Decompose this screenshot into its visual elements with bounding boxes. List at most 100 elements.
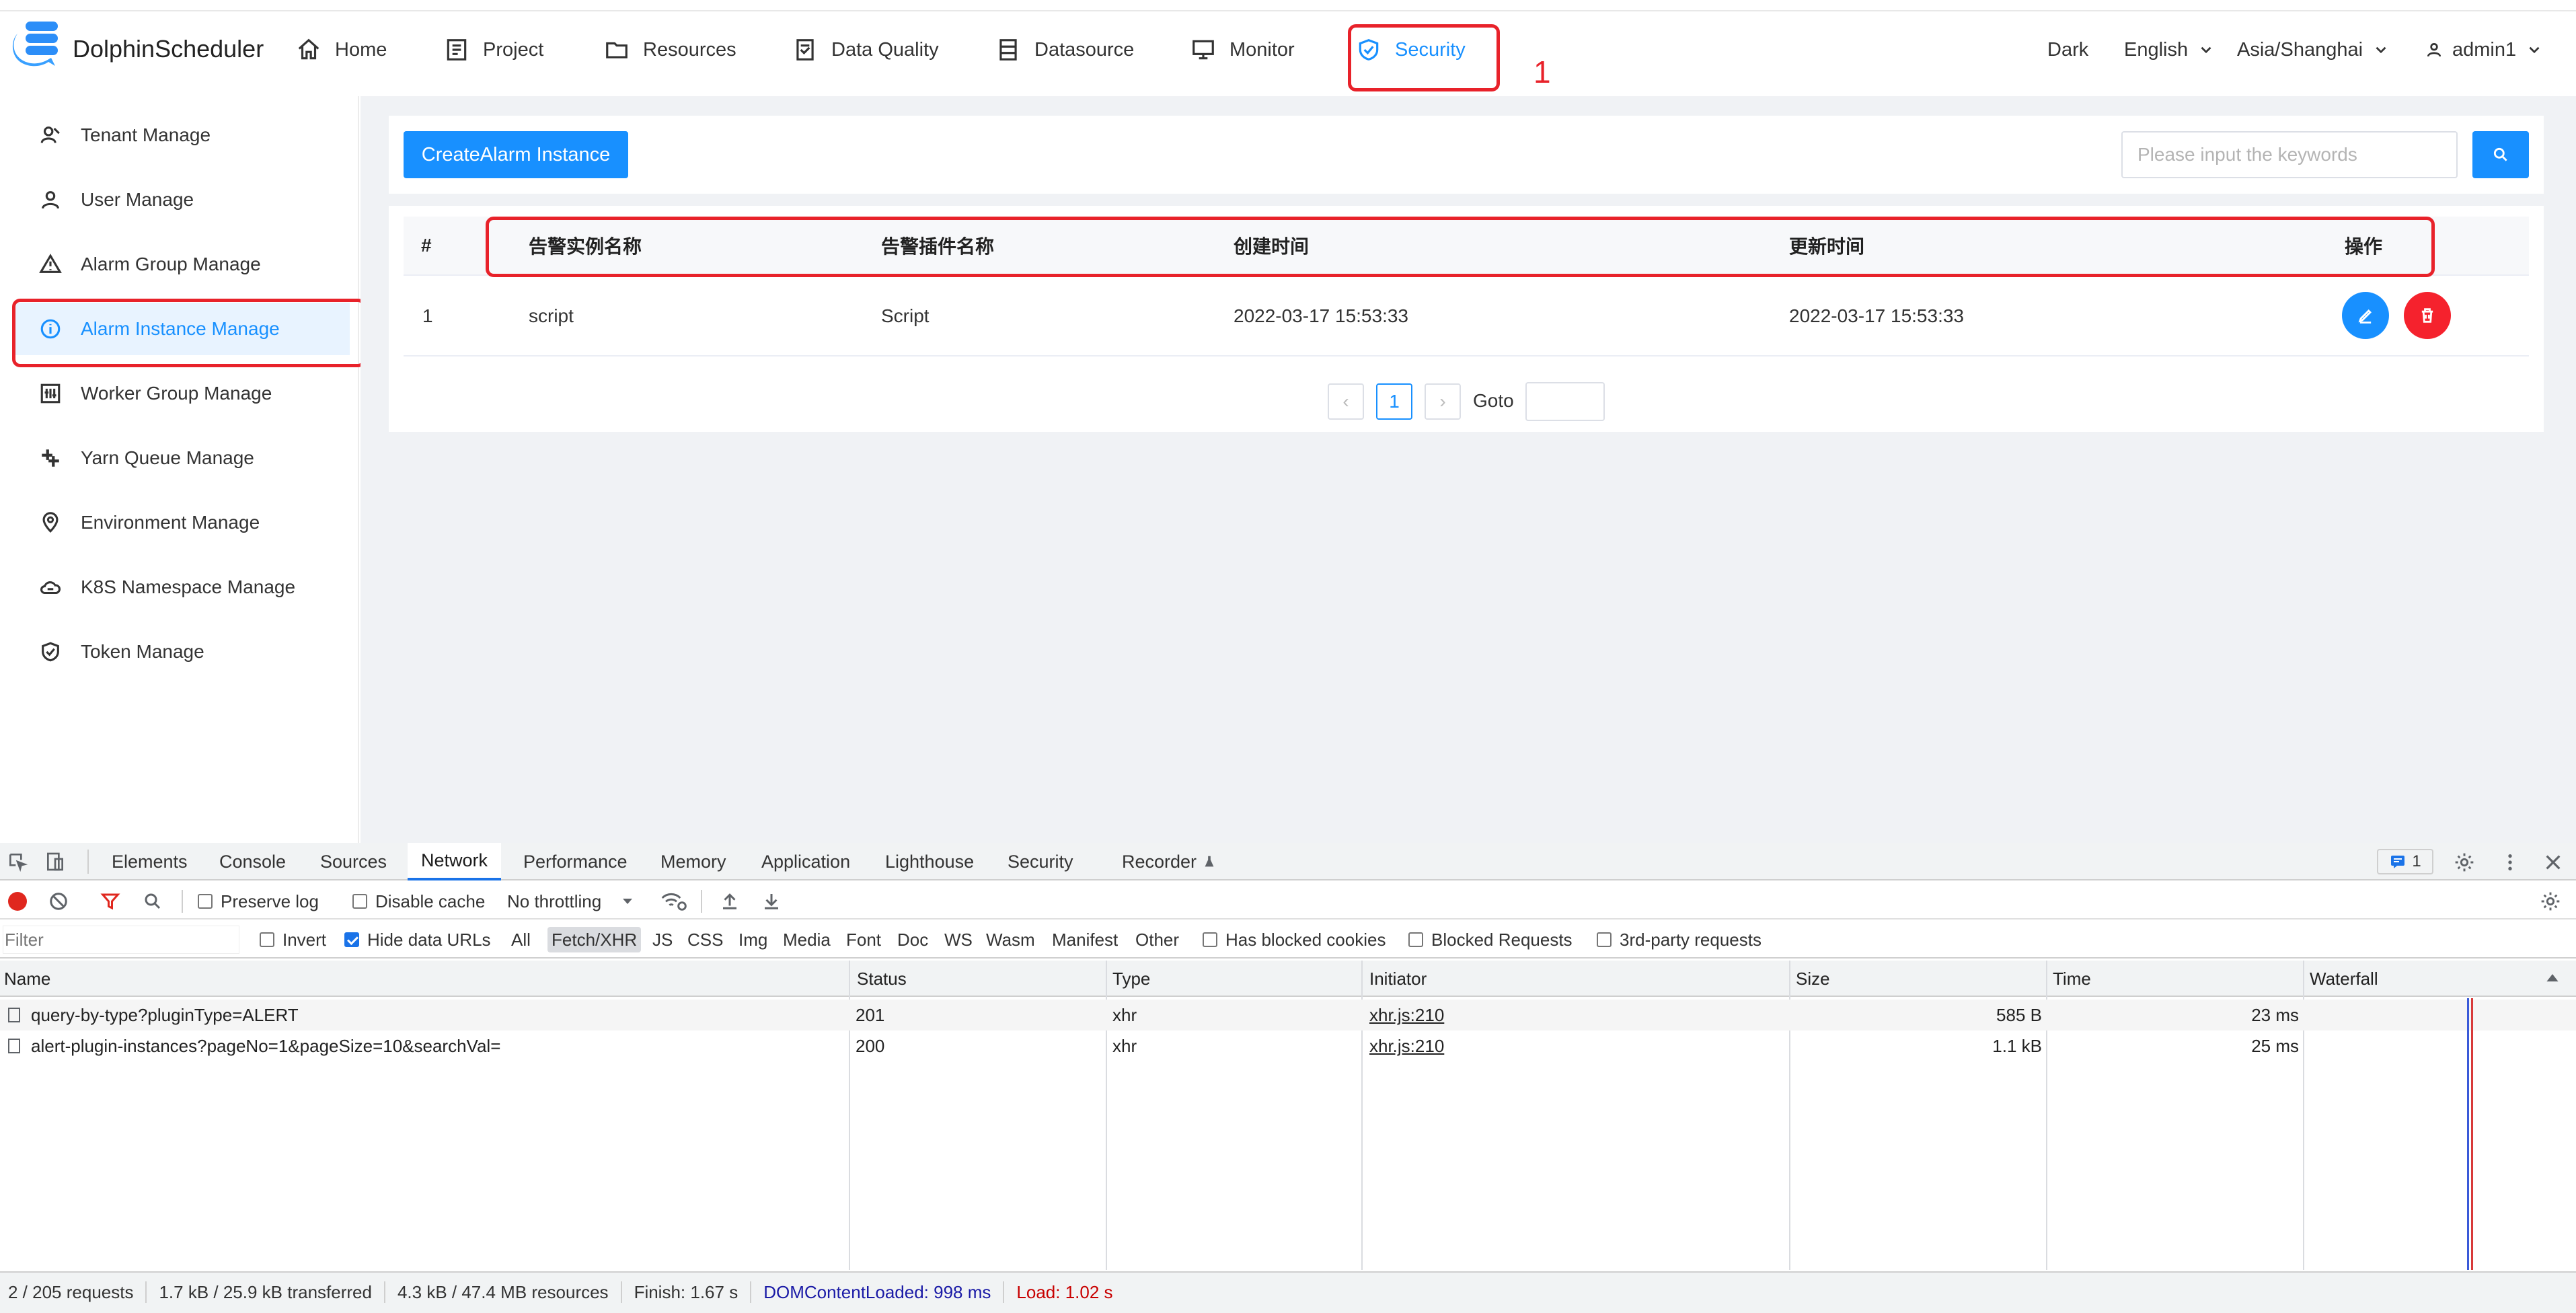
devtools-tab-security[interactable]: Security (1008, 843, 1073, 880)
message-icon (2391, 856, 2405, 868)
sidebar-item-k8s-namespace-manage[interactable]: K8S Namespace Manage (13, 561, 350, 613)
throttling-select[interactable]: No throttling (507, 890, 634, 913)
language-select[interactable]: English (2124, 23, 2215, 77)
sidebar-item-yarn-queue-manage[interactable]: Yarn Queue Manage (13, 432, 350, 484)
theme-label: Dark (2047, 38, 2089, 61)
column-header-initiator[interactable]: Initiator (1365, 961, 1427, 997)
type-filter-all[interactable]: All (511, 928, 531, 951)
location-icon (42, 512, 59, 533)
devtools-tab-elements[interactable]: Elements (112, 843, 188, 880)
request-name-cell[interactable]: query-by-type?pluginType=ALERT (7, 1000, 299, 1030)
type-filter-fetch-xhr[interactable]: Fetch/XHR (547, 927, 642, 952)
theme-toggle[interactable]: Dark (2047, 23, 2088, 77)
sidebar-item-token-manage[interactable]: Token Manage (13, 626, 350, 678)
type-filter-doc[interactable]: Doc (897, 928, 928, 951)
preserve-log-label: Preserve log (221, 891, 319, 911)
preserve-log-checkbox[interactable]: Preserve log (198, 890, 319, 913)
nav-home[interactable]: Home (296, 23, 387, 77)
divider (145, 1281, 147, 1303)
devtools-tab-sources[interactable]: Sources (320, 843, 387, 880)
delete-button[interactable] (2404, 292, 2451, 339)
dolphinscheduler-logo-icon (8, 19, 67, 73)
devtools-tab-recorder[interactable]: Recorder (1122, 843, 1217, 880)
app-name[interactable]: DolphinScheduler (73, 35, 264, 63)
type-filter-manifest[interactable]: Manifest (1052, 928, 1118, 951)
issues-badge[interactable]: 1 (2377, 849, 2433, 874)
checkbox (1408, 932, 1423, 947)
third-party-requests-checkbox[interactable]: 3rd-party requests (1597, 928, 1761, 951)
filter-funnel-icon[interactable] (100, 891, 121, 915)
pagination-next-button[interactable]: › (1425, 383, 1461, 420)
request-initiator-link[interactable]: xhr.js:210 (1369, 1030, 1444, 1061)
slack-icon (42, 449, 59, 467)
type-filter-js[interactable]: JS (652, 928, 673, 951)
sidebar-item-alarm-group-manage[interactable]: Alarm Group Manage (13, 238, 350, 291)
import-har-icon[interactable] (720, 891, 740, 914)
network-conditions-icon[interactable] (660, 890, 687, 915)
column-header-size[interactable]: Size (1792, 961, 1830, 997)
has-blocked-cookies-checkbox[interactable]: Has blocked cookies (1203, 928, 1386, 951)
hide-data-urls-checkbox[interactable]: Hide data URLs (344, 928, 491, 951)
type-filter-wasm[interactable]: Wasm (986, 928, 1035, 951)
nav-resources[interactable]: Resources (604, 23, 736, 77)
sidebar-item-tenant-manage[interactable]: Tenant Manage (13, 109, 350, 161)
export-har-icon[interactable] (761, 891, 782, 914)
blocked-requests-checkbox[interactable]: Blocked Requests (1408, 928, 1573, 951)
column-header-time[interactable]: Time (2049, 961, 2091, 997)
requests-count: 2 / 205 requests (8, 1281, 134, 1302)
settings-gear-icon[interactable] (2454, 852, 2475, 876)
devtools-tab-performance[interactable]: Performance (523, 843, 628, 880)
sidebar-item-user-manage[interactable]: User Manage (13, 174, 350, 226)
more-options-icon[interactable] (2499, 852, 2521, 876)
type-filter-css[interactable]: CSS (687, 928, 723, 951)
nav-datasource[interactable]: Datasource (995, 23, 1134, 77)
goto-page-input[interactable] (1525, 382, 1605, 421)
sort-ascending-icon[interactable] (2545, 971, 2560, 987)
device-toolbar-icon[interactable] (44, 851, 66, 876)
pagination-prev-button[interactable]: ‹ (1328, 383, 1364, 420)
devtools-tab-memory[interactable]: Memory (660, 843, 726, 880)
tenant-icon (40, 126, 60, 143)
nav-project[interactable]: Project (444, 23, 543, 77)
devtools-tab-network[interactable]: Network (408, 843, 502, 880)
pagination-page-1[interactable]: 1 (1376, 383, 1412, 420)
request-initiator-link[interactable]: xhr.js:210 (1369, 1000, 1444, 1030)
filter-input[interactable]: Filter (3, 926, 239, 954)
type-filter-media[interactable]: Media (783, 928, 831, 951)
column-header-waterfall[interactable]: Waterfall (2306, 961, 2378, 997)
network-settings-gear-icon[interactable] (2540, 891, 2561, 915)
inspect-element-icon[interactable] (7, 851, 28, 876)
close-devtools-icon[interactable] (2542, 852, 2564, 876)
nav-monitor[interactable]: Monitor (1190, 23, 1295, 77)
clear-icon[interactable] (48, 891, 69, 915)
nav-data-quality[interactable]: Data Quality (792, 23, 939, 77)
sidebar-item-environment-manage[interactable]: Environment Manage (13, 496, 350, 549)
type-filter-ws[interactable]: WS (944, 928, 973, 951)
type-filter-font[interactable]: Font (846, 928, 881, 951)
search-input[interactable]: Please input the keywords (2121, 131, 2458, 178)
request-name-cell[interactable]: alert-plugin-instances?pageNo=1&pageSize… (7, 1030, 500, 1061)
column-header-type[interactable]: Type (1108, 961, 1150, 997)
edit-button[interactable] (2342, 292, 2389, 339)
create-alarm-instance-button[interactable]: CreateAlarm Instance (404, 131, 628, 178)
column-header-name[interactable]: Name (0, 961, 50, 997)
record-icon[interactable] (8, 892, 27, 911)
column-header-status[interactable]: Status (853, 961, 907, 997)
sidebar-item-worker-group-manage[interactable]: Worker Group Manage (13, 367, 350, 420)
search-icon[interactable] (143, 891, 163, 915)
timezone-select[interactable]: Asia/Shanghai (2237, 23, 2390, 77)
devtools-tab-console[interactable]: Console (219, 843, 286, 880)
nav-monitor-label: Monitor (1229, 38, 1295, 61)
cell-instance-name: script (529, 305, 574, 326)
cell-index: 1 (422, 305, 433, 326)
type-filter-other[interactable]: Other (1135, 928, 1179, 951)
divider (383, 1281, 385, 1303)
user-menu[interactable]: admin1 (2425, 23, 2543, 77)
invert-checkbox[interactable]: Invert (260, 928, 326, 951)
devtools-tab-lighthouse[interactable]: Lighthouse (885, 843, 974, 880)
type-filter-img[interactable]: Img (738, 928, 767, 951)
disable-cache-checkbox[interactable]: Disable cache (352, 890, 485, 913)
devtools-tab-application[interactable]: Application (761, 843, 850, 880)
search-button[interactable] (2472, 131, 2529, 178)
sidebar-item-label: Worker Group Manage (81, 383, 272, 404)
